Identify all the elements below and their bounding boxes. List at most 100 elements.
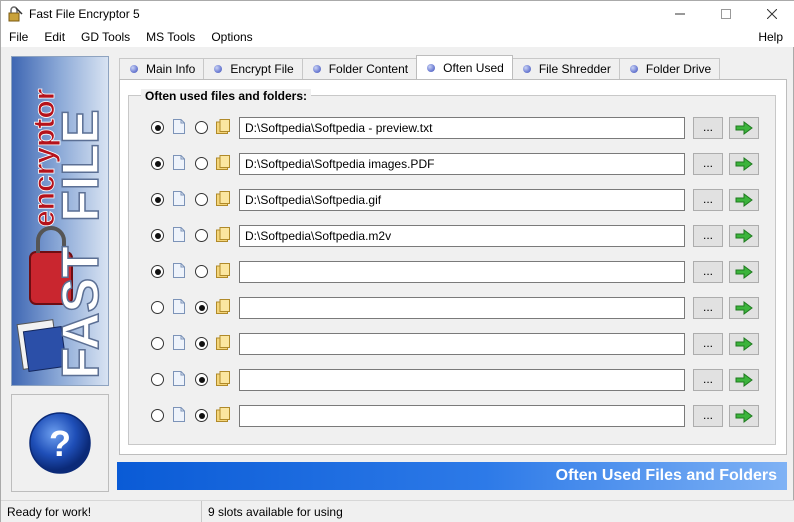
status-left: Ready for work! [1, 500, 202, 522]
folder-mode-radio[interactable] [195, 193, 208, 206]
folder-mode-radio[interactable] [195, 301, 208, 314]
browse-button[interactable]: ... [693, 153, 723, 175]
file-mode-radio[interactable] [151, 373, 164, 386]
tab-often-used[interactable]: Often Used [416, 55, 513, 79]
browse-button[interactable]: ... [693, 117, 723, 139]
folder-mode-radio[interactable] [195, 229, 208, 242]
menu-gd-tools[interactable]: GD Tools [73, 27, 138, 47]
file-icon [173, 263, 185, 278]
browse-button[interactable]: ... [693, 297, 723, 319]
folder-icon [216, 263, 230, 278]
path-input[interactable]: D:\Softpedia\Softpedia.gif [239, 189, 685, 211]
svg-text:?: ? [49, 423, 71, 464]
tab-dot-icon [427, 63, 436, 72]
browse-button[interactable]: ... [693, 405, 723, 427]
path-input[interactable]: D:\Softpedia\Softpedia images.PDF [239, 153, 685, 175]
folder-mode-radio[interactable] [195, 337, 208, 350]
path-input[interactable] [239, 297, 685, 319]
slot-row: ... [129, 296, 777, 320]
go-button[interactable] [729, 189, 759, 211]
browse-button[interactable]: ... [693, 225, 723, 247]
file-icon [173, 407, 185, 422]
go-button[interactable] [729, 369, 759, 391]
tab-dot-icon [629, 65, 638, 73]
go-arrow-icon [735, 337, 753, 351]
maximize-button[interactable] [703, 1, 749, 27]
go-button[interactable] [729, 153, 759, 175]
close-button[interactable] [749, 1, 794, 27]
menu-help[interactable]: Help [750, 27, 791, 47]
folder-mode-radio[interactable] [195, 409, 208, 422]
browse-button[interactable]: ... [693, 333, 723, 355]
path-input[interactable]: D:\Softpedia\Softpedia - preview.txt [239, 117, 685, 139]
path-input[interactable] [239, 333, 685, 355]
menu-file[interactable]: File [1, 27, 36, 47]
product-logo: FAST FILE encryptor [11, 56, 109, 386]
slot-row: D:\Softpedia\Softpedia - preview.txt... [129, 116, 777, 140]
tab-label: File Shredder [538, 62, 611, 76]
folder-mode-radio[interactable] [195, 121, 208, 134]
file-icon [173, 299, 185, 314]
tab-label: Folder Content [328, 62, 409, 76]
file-mode-radio[interactable] [151, 409, 164, 422]
folder-mode-radio[interactable] [195, 373, 208, 386]
folder-mode-radio[interactable] [195, 157, 208, 170]
logo-word-fast: FAST [51, 245, 108, 380]
svg-text:encryptor: encryptor [28, 88, 61, 227]
minimize-button[interactable] [657, 1, 703, 27]
go-button[interactable] [729, 225, 759, 247]
tab-file-shredder[interactable]: File Shredder [511, 58, 620, 79]
go-button[interactable] [729, 333, 759, 355]
browse-button[interactable]: ... [693, 261, 723, 283]
banner-title: Often Used Files and Folders [555, 467, 777, 484]
file-mode-radio[interactable] [151, 301, 164, 314]
folder-icon [216, 407, 230, 422]
menu-options[interactable]: Options [203, 27, 260, 47]
often-used-group: Often used files and folders: D:\Softped… [128, 89, 777, 445]
file-mode-radio[interactable] [151, 229, 164, 242]
go-button[interactable] [729, 297, 759, 319]
go-button[interactable] [729, 117, 759, 139]
go-button[interactable] [729, 405, 759, 427]
menu-edit[interactable]: Edit [36, 27, 73, 47]
slot-row: ... [129, 404, 777, 428]
app-lock-icon [8, 6, 23, 22]
folder-mode-radio[interactable] [195, 265, 208, 278]
file-mode-radio[interactable] [151, 157, 164, 170]
tab-encrypt-file[interactable]: Encrypt File [203, 58, 303, 79]
maximize-icon [721, 9, 731, 19]
go-button[interactable] [729, 261, 759, 283]
folder-icon [216, 119, 230, 134]
tab-dot-icon [522, 65, 531, 73]
tab-dot-icon [214, 65, 223, 73]
path-input[interactable] [239, 369, 685, 391]
path-input[interactable] [239, 261, 685, 283]
tab-folder-drive[interactable]: Folder Drive [618, 58, 721, 79]
path-input[interactable] [239, 405, 685, 427]
go-arrow-icon [735, 121, 753, 135]
minimize-icon [675, 13, 685, 15]
folder-icon [216, 299, 230, 314]
tab-folder-content[interactable]: Folder Content [301, 58, 418, 79]
file-icon [173, 155, 185, 170]
slot-row: ... [129, 332, 777, 356]
logo-word-encryptor: encryptor [28, 88, 62, 227]
tab-dot-icon [130, 65, 138, 73]
menu-ms-tools[interactable]: MS Tools [138, 27, 203, 47]
app-window: Fast File Encryptor 5 File Edit GD Tools… [0, 0, 794, 522]
folder-icon [216, 227, 230, 242]
go-arrow-icon [735, 229, 753, 243]
file-mode-radio[interactable] [151, 337, 164, 350]
file-mode-radio[interactable] [151, 121, 164, 134]
browse-button[interactable]: ... [693, 189, 723, 211]
tab-main-info[interactable]: Main Info [119, 58, 205, 79]
folder-icon [216, 371, 230, 386]
browse-button[interactable]: ... [693, 369, 723, 391]
file-mode-radio[interactable] [151, 193, 164, 206]
go-arrow-icon [735, 157, 753, 171]
title-bar: Fast File Encryptor 5 [1, 1, 794, 27]
file-mode-radio[interactable] [151, 265, 164, 278]
help-button[interactable]: ? [11, 394, 109, 492]
path-input[interactable]: D:\Softpedia\Softpedia.m2v [239, 225, 685, 247]
slot-row: ... [129, 260, 777, 284]
